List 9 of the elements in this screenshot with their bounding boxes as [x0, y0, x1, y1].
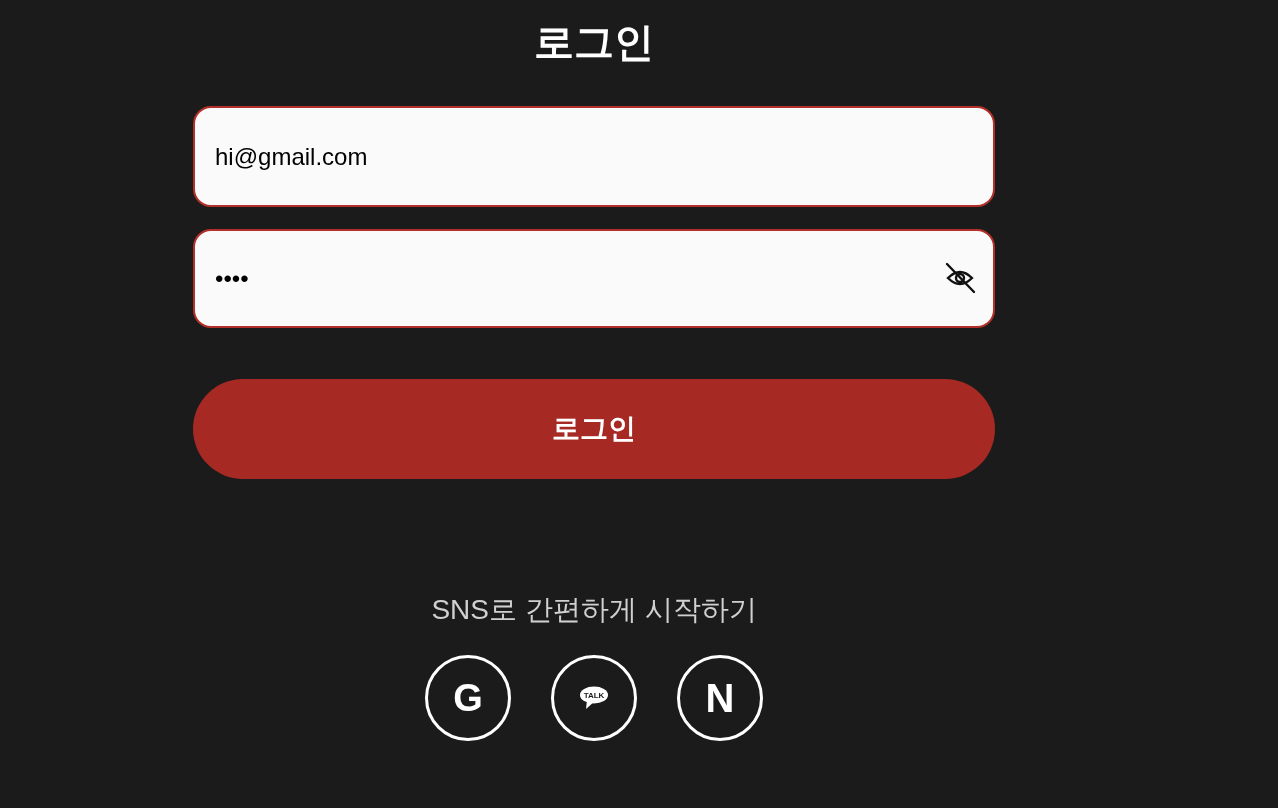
page-title: 로그인: [534, 19, 654, 66]
sns-caption: SNS로 간편하게 시작하기: [431, 593, 757, 627]
email-field[interactable]: hi@gmail.com: [193, 106, 995, 207]
google-login-button[interactable]: G: [425, 655, 511, 741]
kakao-login-button[interactable]: TALK: [551, 655, 637, 741]
eye-slash-icon[interactable]: [943, 261, 977, 295]
password-field[interactable]: ••••: [193, 229, 995, 328]
naver-login-button[interactable]: N: [677, 655, 763, 741]
login-button[interactable]: 로그인: [193, 379, 995, 479]
